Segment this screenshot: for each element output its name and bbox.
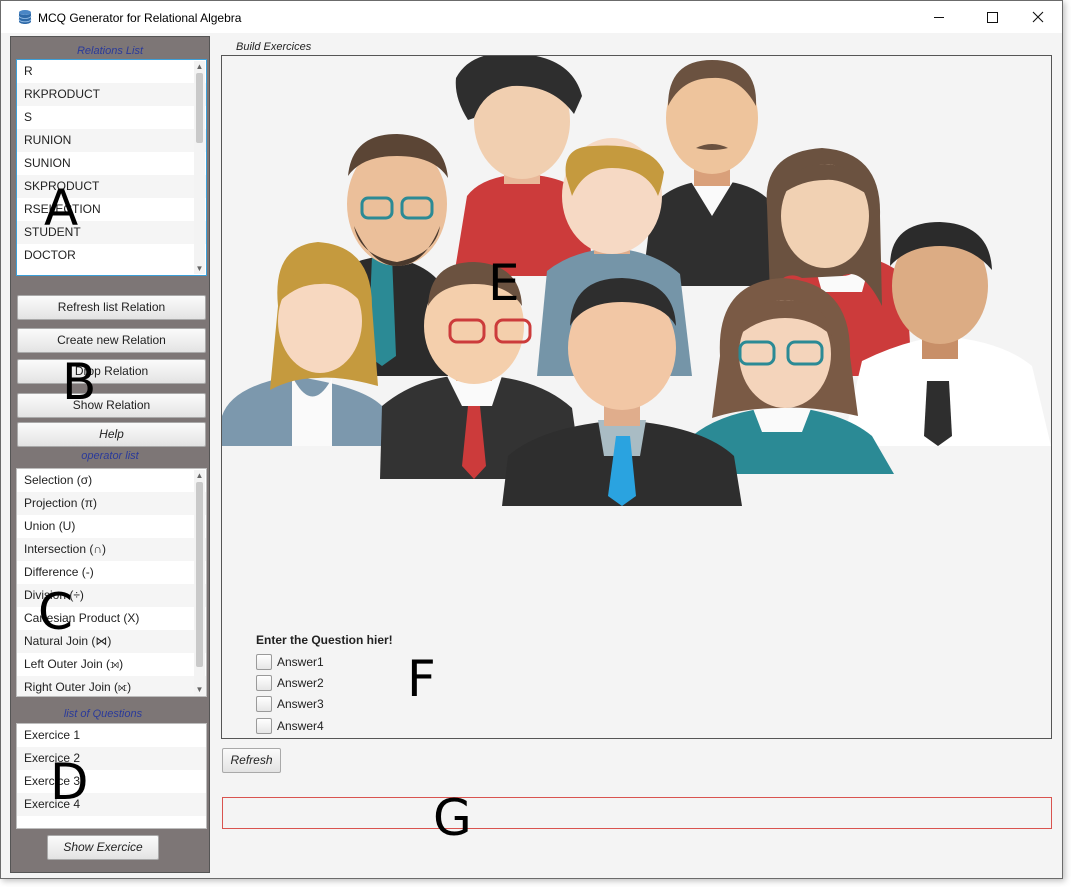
answer-label: Answer2 bbox=[277, 676, 324, 690]
scroll-down-icon[interactable]: ▼ bbox=[195, 685, 204, 694]
operator-item[interactable]: Left Outer Join (⟕) bbox=[17, 653, 206, 676]
title-bar: MCQ Generator for Relational Algebra bbox=[1, 1, 1062, 33]
scroll-down-icon[interactable]: ▼ bbox=[195, 264, 204, 273]
questions-list-label: list of Questions bbox=[63, 708, 143, 720]
help-button[interactable]: Help bbox=[17, 422, 206, 447]
scroll-thumb[interactable] bbox=[196, 482, 203, 667]
minimize-icon[interactable] bbox=[916, 1, 962, 33]
answer-checkbox[interactable] bbox=[256, 654, 272, 670]
build-exercices-label: Build Exercices bbox=[236, 41, 312, 53]
relations-scrollbar[interactable]: ▲ ▼ bbox=[194, 61, 205, 274]
relation-item[interactable]: RKPRODUCT bbox=[17, 83, 206, 106]
operator-item[interactable]: Union (U) bbox=[17, 515, 206, 538]
operator-item[interactable]: Selection (σ) bbox=[17, 469, 206, 492]
operator-list-label: operator list bbox=[81, 450, 139, 462]
answer-label: Answer3 bbox=[277, 697, 324, 711]
annotation-letter-c: C bbox=[38, 583, 73, 641]
show-exercice-button[interactable]: Show Exercice bbox=[47, 835, 159, 860]
annotation-letter-g: G bbox=[433, 789, 472, 847]
drop-relation-button[interactable]: Drop Relation bbox=[17, 359, 206, 384]
answer-checkbox[interactable] bbox=[256, 696, 272, 712]
database-icon bbox=[18, 10, 32, 24]
operator-item[interactable]: Intersection (∩) bbox=[17, 538, 206, 561]
question-item[interactable]: Exercice 4 bbox=[17, 793, 206, 816]
relation-item[interactable]: S bbox=[17, 106, 206, 129]
scroll-up-icon[interactable]: ▲ bbox=[195, 471, 204, 480]
question-item[interactable]: Exercice 1 bbox=[17, 724, 206, 747]
refresh-button[interactable]: Refresh bbox=[222, 748, 281, 773]
refresh-relations-button[interactable]: Refresh list Relation bbox=[17, 295, 206, 320]
annotation-letter-f: F bbox=[407, 650, 436, 708]
answer-label: Answer1 bbox=[277, 655, 324, 669]
relation-item[interactable]: RUNION bbox=[17, 129, 206, 152]
create-relation-button[interactable]: Create new Relation bbox=[17, 328, 206, 353]
operator-scrollbar[interactable]: ▲ ▼ bbox=[194, 470, 205, 695]
questions-list[interactable]: Exercice 1 Exercice 2 Exercice 3 Exercice 4 bbox=[16, 723, 207, 829]
operator-item[interactable]: Difference (-) bbox=[17, 561, 206, 584]
answer-checkbox[interactable] bbox=[256, 675, 272, 691]
operator-item[interactable]: Projection (π) bbox=[17, 492, 206, 515]
relation-item[interactable]: DOCTOR bbox=[17, 244, 206, 267]
show-relation-button[interactable]: Show Relation bbox=[17, 393, 206, 418]
close-icon[interactable] bbox=[1015, 1, 1061, 33]
maximize-icon[interactable] bbox=[970, 1, 1016, 33]
build-exercices-panel: Enter the Question hier! Answer1 Answer2… bbox=[221, 55, 1052, 739]
operator-item[interactable]: Right Outer Join (⟖) bbox=[17, 676, 206, 696]
sidebar: Relations List R RKPRODUCT S RUNION SUNION SK… bbox=[10, 36, 210, 873]
result-field[interactable] bbox=[222, 797, 1052, 829]
relation-item[interactable]: SUNION bbox=[17, 152, 206, 175]
question-rows: Exercice 1 Exercice 2 Exercice 3 Exercice 4 bbox=[17, 724, 206, 816]
relations-list-label: Relations List bbox=[76, 45, 144, 57]
annotation-letter-e: E bbox=[488, 254, 520, 312]
relation-item[interactable]: R bbox=[17, 60, 206, 83]
question-text: Enter the Question hier! bbox=[256, 633, 393, 647]
answer-label: Answer4 bbox=[277, 719, 324, 733]
annotation-letter-b: B bbox=[62, 353, 97, 411]
relations-list[interactable]: R RKPRODUCT S RUNION SUNION SKPRODUCT RSELECTI… bbox=[16, 59, 207, 276]
question-item[interactable]: Exercice 2 bbox=[17, 747, 206, 770]
answer-checkbox[interactable] bbox=[256, 718, 272, 734]
team-illustration bbox=[222, 56, 1051, 506]
annotation-letter-d: D bbox=[50, 753, 89, 811]
scroll-thumb[interactable] bbox=[196, 73, 203, 143]
annotation-letter-a: A bbox=[44, 179, 79, 237]
question-item[interactable]: Exercice 3 bbox=[17, 770, 206, 793]
window-title: MCQ Generator for Relational Algebra bbox=[38, 11, 242, 25]
scroll-up-icon[interactable]: ▲ bbox=[195, 62, 204, 71]
